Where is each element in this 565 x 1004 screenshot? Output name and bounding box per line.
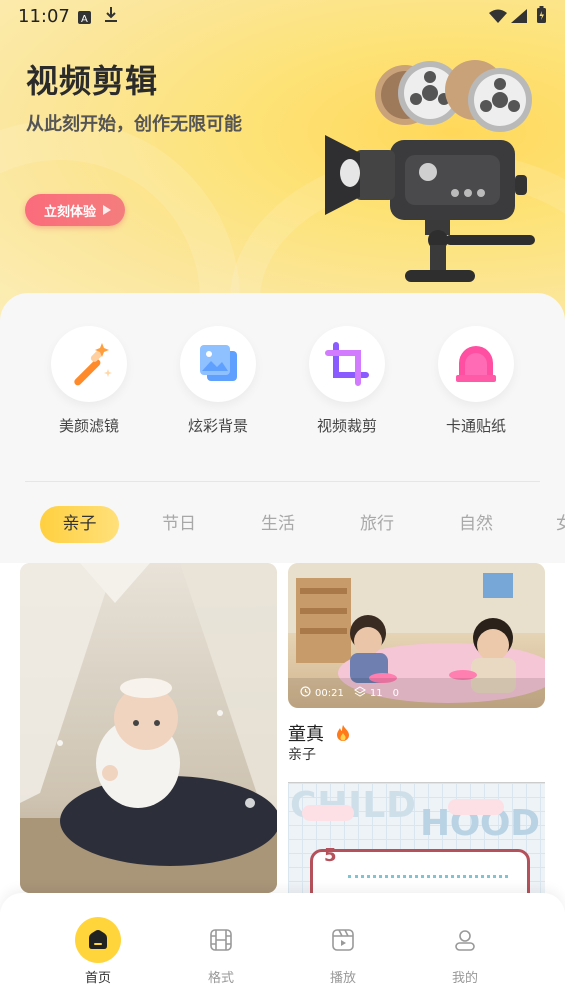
tab-life[interactable]: 生活 — [249, 506, 307, 543]
nav-home[interactable]: 首页 — [58, 917, 138, 986]
status-bar: 11:07 A — [0, 0, 565, 32]
nav-format[interactable]: 格式 — [181, 917, 261, 986]
tab-travel[interactable]: 旅行 — [348, 506, 406, 543]
fire-icon — [336, 724, 350, 746]
baby-photo — [20, 563, 277, 893]
tab-nature[interactable]: 自然 — [447, 506, 505, 543]
template-card-baby[interactable] — [20, 563, 277, 893]
tool-cartoon-sticker[interactable]: 卡通贴纸 — [426, 326, 526, 436]
number-card — [310, 849, 530, 897]
battery-icon — [536, 6, 547, 28]
play-icon — [320, 917, 366, 963]
template-card-childhood[interactable]: CHILD HOOD 5 — [288, 782, 545, 897]
card-category: 亲子 — [288, 747, 316, 763]
tool-label: 炫彩背景 — [187, 417, 248, 435]
layers-icon — [353, 686, 366, 700]
status-time: 11:07 — [18, 6, 70, 27]
duration: 00:21 — [315, 687, 344, 699]
hero-subtitle: 从此刻开始，创作无限可能 — [26, 114, 242, 135]
cloud-decoration — [448, 799, 504, 815]
tab-partial[interactable]: 女 — [556, 506, 565, 543]
category-tabs: 亲子 节日 生活 旅行 自然 女 — [0, 506, 565, 546]
keyboard-a-icon: A — [78, 9, 91, 28]
try-now-button[interactable]: 立刻体验 — [25, 194, 125, 226]
hero-banner: 11:07 A 视频剪辑 从此刻开始，创作无限可能 立刻体验 — [0, 0, 565, 330]
svg-text:A: A — [81, 14, 88, 24]
tool-label: 卡通贴纸 — [445, 417, 506, 435]
home-icon — [75, 917, 121, 963]
picture-icon — [180, 326, 256, 402]
tab-family[interactable]: 亲子 — [40, 506, 119, 543]
sticker-icon — [438, 326, 514, 402]
divider — [25, 481, 540, 482]
card-title-text: 童真 — [288, 724, 324, 745]
nav-label: 我的 — [451, 971, 478, 986]
layer-count: 11 — [369, 687, 383, 699]
tool-label: 美颜滤镜 — [58, 417, 119, 435]
nav-label: 首页 — [84, 971, 111, 986]
tab-holiday[interactable]: 节日 — [150, 506, 208, 543]
tool-colorful-background[interactable]: 炫彩背景 — [168, 326, 268, 436]
play-arrow-icon — [103, 205, 112, 215]
nav-play[interactable]: 播放 — [303, 917, 383, 986]
use-count: 0 — [392, 687, 399, 699]
magic-wand-icon — [51, 326, 127, 402]
download-icon — [104, 6, 118, 27]
cloud-decoration — [302, 805, 354, 821]
film-camera-illustration — [325, 60, 535, 282]
bottom-navigation: 首页 格式 播放 我的 — [0, 893, 565, 1004]
nav-label: 播放 — [329, 971, 356, 986]
clock-icon — [300, 686, 311, 700]
card-meta: 00:21 11 0 — [300, 686, 399, 700]
number-label: 5 — [324, 845, 337, 866]
hero-title: 视频剪辑 — [26, 62, 159, 100]
try-now-label: 立刻体验 — [44, 204, 97, 220]
tools-panel: 美颜滤镜 炫彩背景 视频裁剪 卡通贴纸 亲子 节日 生活 旅行 自然 女 — [0, 293, 565, 563]
user-icon — [442, 917, 488, 963]
tool-beauty-filter[interactable]: 美颜滤镜 — [39, 326, 139, 436]
card-title: 童真 — [288, 720, 350, 746]
nav-label: 格式 — [207, 971, 234, 986]
nav-mine[interactable]: 我的 — [425, 917, 505, 986]
film-icon — [198, 917, 244, 963]
crop-icon — [309, 326, 385, 402]
wifi-icon — [489, 8, 507, 27]
dotted-row — [348, 875, 508, 878]
tool-video-crop[interactable]: 视频裁剪 — [297, 326, 397, 436]
signal-icon — [511, 8, 527, 27]
tool-label: 视频裁剪 — [316, 417, 377, 435]
